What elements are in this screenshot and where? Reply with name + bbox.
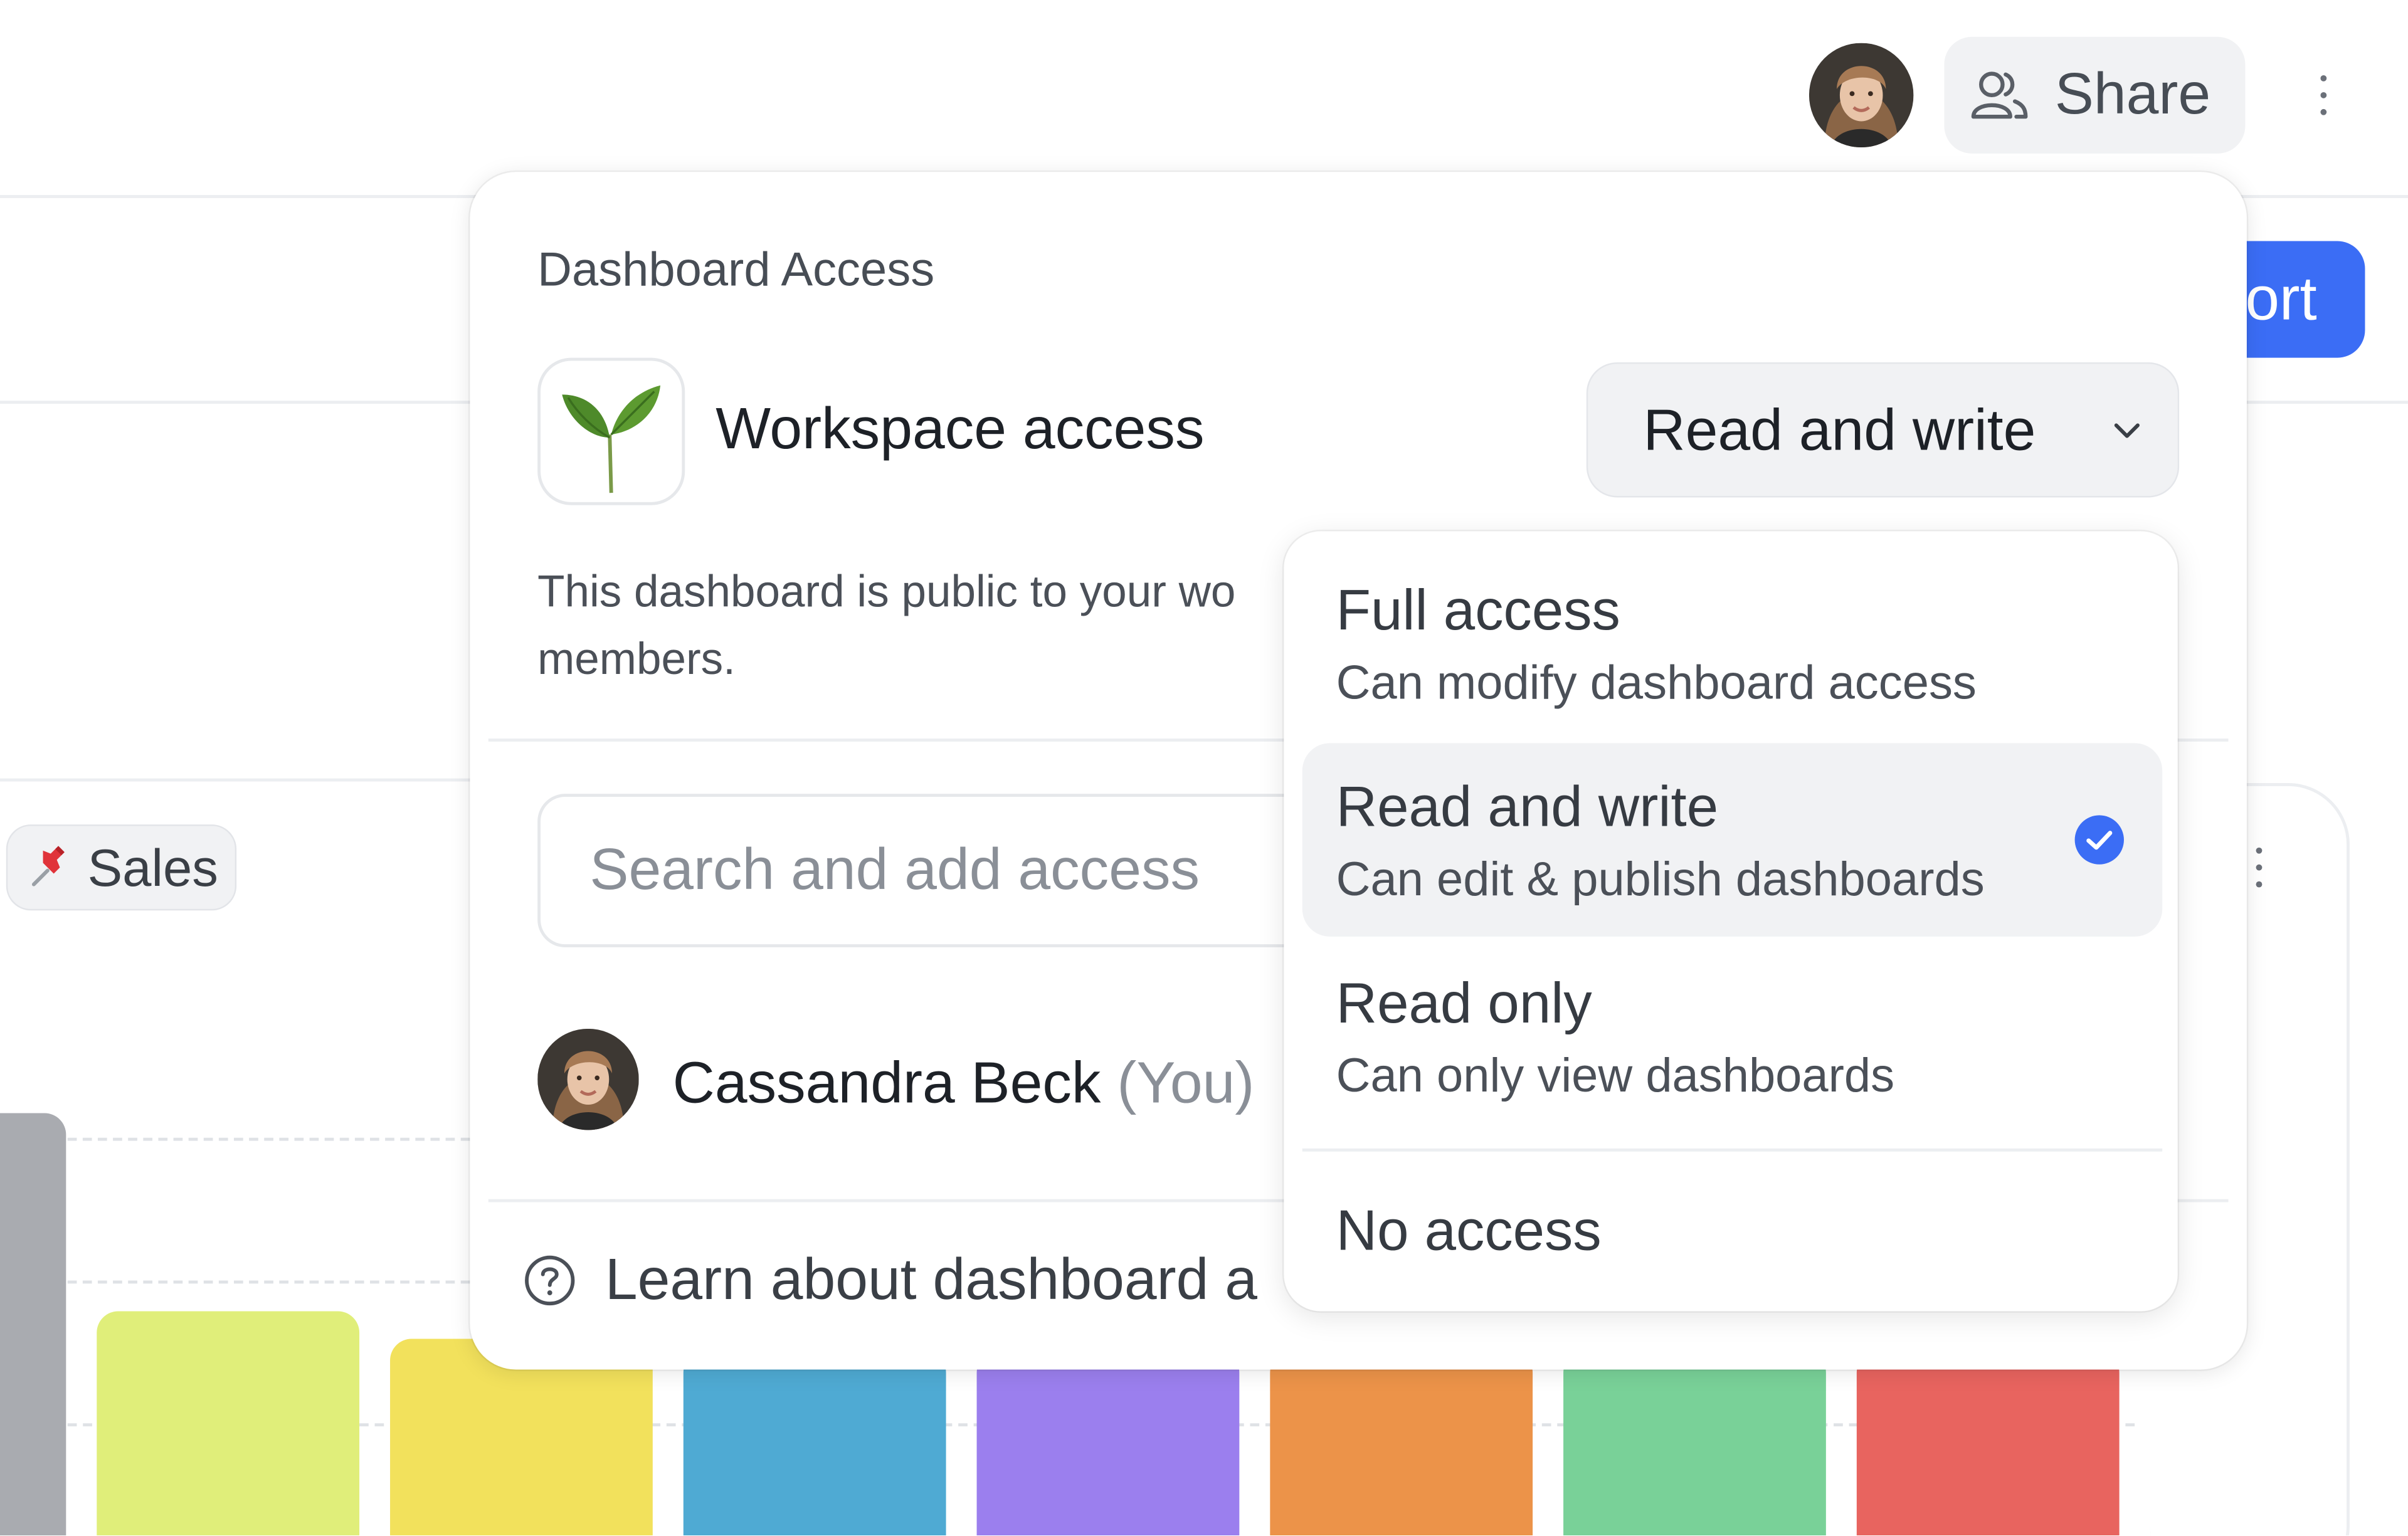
option-read-and-write[interactable]: Read and write Can edit & publish dashbo… xyxy=(1302,743,2163,937)
section-title: Dashboard Access xyxy=(537,242,935,297)
option-subtitle: Can modify dashboard access xyxy=(1336,655,1977,710)
member-avatar xyxy=(537,1028,639,1130)
search-access-input[interactable]: Search and add access xyxy=(537,794,1404,948)
option-read-only[interactable]: Read only Can only view dashboards xyxy=(1302,943,2162,1137)
member-you-tag: (You) xyxy=(1117,1051,1255,1117)
chart-bar xyxy=(1563,1351,1826,1535)
learn-more-link[interactable]: Learn about dashboard a xyxy=(605,1248,1257,1313)
sales-tag-chip[interactable]: Sales xyxy=(6,824,237,911)
menu-divider xyxy=(1302,1148,2163,1152)
option-title: Read and write xyxy=(1336,775,1719,839)
workspace-access-label: Workspace access xyxy=(716,397,1205,463)
export-button[interactable]: ort xyxy=(2227,241,2365,358)
option-title: Full access xyxy=(1336,579,1620,642)
option-title: Read only xyxy=(1336,972,1592,1035)
help-circle-icon xyxy=(525,1255,575,1306)
grid-line xyxy=(67,1280,470,1284)
content-divider xyxy=(0,778,492,782)
chart-bar xyxy=(976,1351,1240,1535)
description-line-1: This dashboard is public to your wo xyxy=(537,568,1236,618)
chevron-down-icon xyxy=(2114,423,2140,438)
member-row: Cassandra Beck (You) xyxy=(673,1050,1255,1118)
search-placeholder: Search and add access xyxy=(589,838,1200,903)
grid-line xyxy=(67,1137,470,1141)
option-subtitle: Can edit & publish dashboards xyxy=(1336,852,1985,906)
option-full-access[interactable]: Full access Can modify dashboard access xyxy=(1302,553,2162,734)
workspace-icon-tile xyxy=(537,357,685,505)
option-no-access[interactable]: No access xyxy=(1302,1167,2162,1299)
seedling-icon xyxy=(562,385,661,493)
chart-more-icon[interactable] xyxy=(2253,847,2266,888)
chart-bar xyxy=(97,1311,360,1535)
share-label: Share xyxy=(2054,63,2211,128)
pushpin-icon xyxy=(31,846,65,886)
share-button[interactable]: Share xyxy=(1944,36,2246,154)
description-line-2: members. xyxy=(537,635,736,685)
member-name: Cassandra Beck xyxy=(672,1051,1101,1117)
chart-bar xyxy=(1856,1351,2120,1535)
app-root: Share ort Sales Dashboard Access Workspa… xyxy=(0,0,2408,1535)
sales-chip-label: Sales xyxy=(87,839,218,898)
check-circle-icon xyxy=(2074,815,2124,865)
users-icon xyxy=(1971,71,2028,119)
option-title: No access xyxy=(1336,1199,1602,1263)
chart-bar xyxy=(683,1351,946,1535)
permission-select-value: Read and write xyxy=(1643,399,2036,464)
permission-dropdown-menu: Full access Can modify dashboard access … xyxy=(1284,531,2178,1312)
option-subtitle: Can only view dashboards xyxy=(1336,1048,1895,1103)
chart-bar xyxy=(0,1113,66,1535)
chart-bar xyxy=(1270,1351,1533,1535)
avatar-portrait-icon xyxy=(1809,43,1914,148)
more-menu-icon[interactable] xyxy=(2318,75,2330,115)
export-label: ort xyxy=(2245,265,2317,334)
user-avatar[interactable] xyxy=(1809,43,1914,148)
permission-select[interactable]: Read and write xyxy=(1586,362,2180,498)
avatar-portrait-icon xyxy=(537,1028,639,1130)
